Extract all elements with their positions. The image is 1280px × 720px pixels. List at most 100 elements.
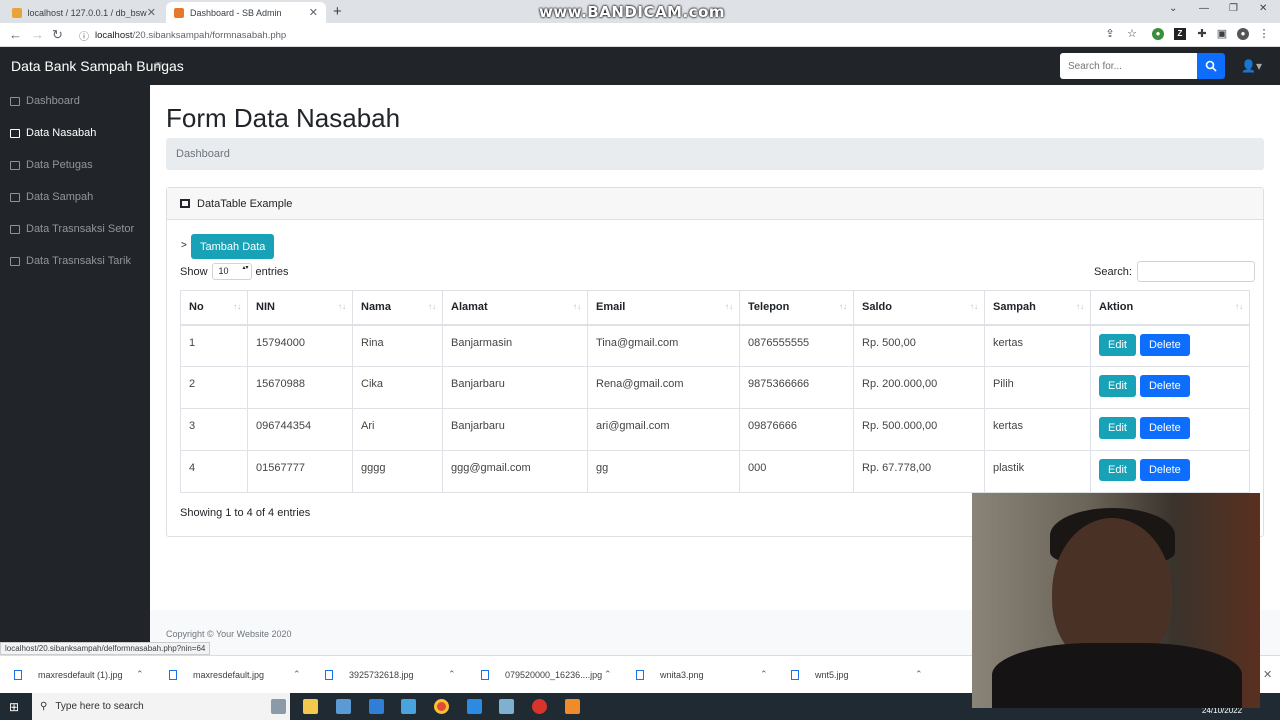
cell-no: 4 — [180, 450, 248, 493]
photos-icon[interactable] — [401, 699, 416, 714]
column-header-telepon[interactable]: Telepon — [739, 290, 854, 326]
file-explorer-icon[interactable] — [303, 699, 318, 714]
cell-email: Rena@gmail.com — [587, 366, 740, 409]
sidebar-item-transaksi-setor[interactable]: Data Trasnsaksi Setor — [10, 223, 134, 235]
delete-button[interactable]: Delete — [1139, 417, 1190, 439]
chrome-icon[interactable] — [434, 699, 449, 714]
minimize-icon[interactable]: — — [1199, 3, 1209, 14]
chevron-up-icon[interactable]: ⌃ — [293, 669, 301, 680]
chevron-up-icon[interactable]: ⌃ — [136, 669, 144, 680]
card-header: DataTable Example — [167, 188, 1263, 220]
table-info: Showing 1 to 4 of 4 entries — [180, 507, 311, 519]
search-input[interactable] — [1060, 53, 1197, 79]
download-item[interactable]: 3925732618.jpg ⌃ — [325, 669, 456, 680]
extension-z-icon[interactable]: Z — [1174, 28, 1186, 40]
xampp-icon[interactable] — [565, 699, 580, 714]
download-item[interactable]: 079520000_16236....jpg ⌃ — [481, 669, 612, 680]
task-view-icon[interactable] — [271, 699, 286, 714]
cell-nin: 15794000 — [247, 324, 353, 367]
browser-menu-icon[interactable]: ⋮ — [1258, 28, 1270, 40]
sidebar-item-dashboard[interactable]: Dashboard — [10, 95, 80, 107]
cell-no: 3 — [180, 408, 248, 451]
reload-icon[interactable]: ↻ — [52, 27, 63, 43]
notepad-icon[interactable] — [499, 699, 514, 714]
bookmark-star-icon[interactable]: ☆ — [1126, 28, 1138, 40]
column-header-nama[interactable]: Nama — [352, 290, 443, 326]
browser-tab-dashboard[interactable]: Dashboard - SB Admin ✕ — [166, 2, 326, 23]
close-tab-icon[interactable]: ✕ — [309, 6, 318, 19]
sidebar-item-label: Dashboard — [26, 95, 80, 107]
column-header-saldo[interactable]: Saldo — [853, 290, 985, 326]
windows-start-icon[interactable]: ⊞ — [9, 700, 19, 714]
taskbar-search-box[interactable]: ⚲ Type here to search — [32, 693, 290, 720]
table-search-input[interactable] — [1136, 261, 1255, 282]
extension-icon[interactable]: ● — [1152, 28, 1164, 40]
search-button[interactable] — [1197, 53, 1225, 79]
cell-telepon: 09876666 — [739, 408, 854, 451]
vscode-icon[interactable] — [467, 699, 482, 714]
cell-email: gg — [587, 450, 740, 493]
download-item[interactable]: wnt5.jpg ⌃ — [791, 669, 923, 680]
browser-tab-phpmyadmin[interactable]: localhost / 127.0.0.1 / db_bsw / t ✕ — [4, 2, 164, 23]
column-header-email[interactable]: Email — [587, 290, 740, 326]
table-icon — [180, 199, 190, 208]
profile-avatar-icon[interactable]: ● — [1237, 28, 1249, 40]
cell-aktion: Edit Delete — [1090, 450, 1250, 493]
column-header-no[interactable]: No — [180, 290, 248, 326]
address-bar[interactable]: ⓘ localhost/20.sibanksampah/formnasabah.… — [79, 26, 1139, 44]
recorder-watermark: www.BANDICAM.com — [539, 3, 726, 21]
cell-nin: 096744354 — [247, 408, 353, 451]
sidebar-item-label: Data Trasnsaksi Tarik — [26, 255, 131, 267]
sidebar-item-transaksi-tarik[interactable]: Data Trasnsaksi Tarik — [10, 255, 131, 267]
chevron-up-icon[interactable]: ⌃ — [604, 669, 612, 680]
side-panel-icon[interactable]: ▣ — [1216, 28, 1228, 40]
tab-title: Dashboard - SB Admin — [190, 7, 282, 18]
column-header-aktion[interactable]: Aktion — [1090, 290, 1250, 326]
edit-button[interactable]: Edit — [1099, 417, 1136, 439]
edit-button[interactable]: Edit — [1099, 459, 1136, 481]
entries-select[interactable]: 10 — [211, 263, 252, 280]
app-navbar: Data Bank Sampah Bungas ≡ 👤▾ — [0, 47, 1280, 85]
table-icon — [10, 192, 20, 202]
back-icon[interactable]: ← — [9, 27, 22, 42]
download-item[interactable]: maxresdefault.jpg ⌃ — [169, 669, 301, 680]
edit-button[interactable]: Edit — [1099, 333, 1136, 356]
tab-title: localhost / 127.0.0.1 / db_bsw / t — [27, 7, 147, 18]
taskbar-search-placeholder: Type here to search — [55, 701, 144, 712]
sidebar-item-data-nasabah[interactable]: Data Nasabah — [10, 127, 96, 139]
download-item[interactable]: maxresdefault (1).jpg ⌃ — [14, 669, 144, 680]
user-menu-icon[interactable]: 👤▾ — [1241, 59, 1262, 73]
page-title: Form Data Nasabah — [166, 103, 401, 133]
tambah-data-button[interactable]: Tambah Data — [191, 234, 275, 259]
delete-button[interactable]: Delete — [1139, 459, 1190, 481]
delete-button[interactable]: Delete — [1139, 375, 1190, 397]
info-icon[interactable]: ⓘ — [79, 28, 89, 43]
restore-icon[interactable]: ❐ — [1229, 3, 1238, 14]
sidebar-item-data-petugas[interactable]: Data Petugas — [10, 159, 93, 171]
column-header-nin[interactable]: NIN — [247, 290, 353, 326]
bandicam-icon[interactable] — [532, 699, 547, 714]
cell-alamat: ggg@gmail.com — [442, 450, 588, 493]
chevron-up-icon[interactable]: ⌃ — [915, 669, 923, 680]
chevron-up-icon[interactable]: ⌃ — [760, 669, 768, 680]
sidebar-item-data-sampah[interactable]: Data Sampah — [10, 191, 93, 203]
column-header-sampah[interactable]: Sampah — [984, 290, 1091, 326]
download-item[interactable]: wnita3.png ⌃ — [636, 669, 768, 680]
edit-button[interactable]: Edit — [1099, 375, 1136, 397]
new-tab-icon[interactable]: + — [333, 3, 342, 20]
close-downloads-icon[interactable]: ✕ — [1263, 668, 1272, 681]
column-header-alamat[interactable]: Alamat — [442, 290, 588, 326]
cell-alamat: Banjarbaru — [442, 408, 588, 451]
close-window-icon[interactable]: ✕ — [1259, 3, 1267, 14]
close-tab-icon[interactable]: ✕ — [147, 6, 156, 19]
sidebar-toggle-icon[interactable]: ≡ — [155, 58, 162, 72]
delete-button[interactable]: Delete — [1139, 333, 1190, 356]
store-icon[interactable] — [336, 699, 351, 714]
extensions-puzzle-icon[interactable]: ✚ — [1196, 28, 1208, 40]
search-icon — [1205, 60, 1217, 72]
mail-icon[interactable] — [369, 699, 384, 714]
tab-search-icon[interactable]: ⌄ — [1169, 3, 1177, 14]
forward-icon[interactable]: → — [31, 27, 44, 42]
share-icon[interactable]: ⇪ — [1104, 28, 1116, 40]
chevron-up-icon[interactable]: ⌃ — [448, 669, 456, 680]
